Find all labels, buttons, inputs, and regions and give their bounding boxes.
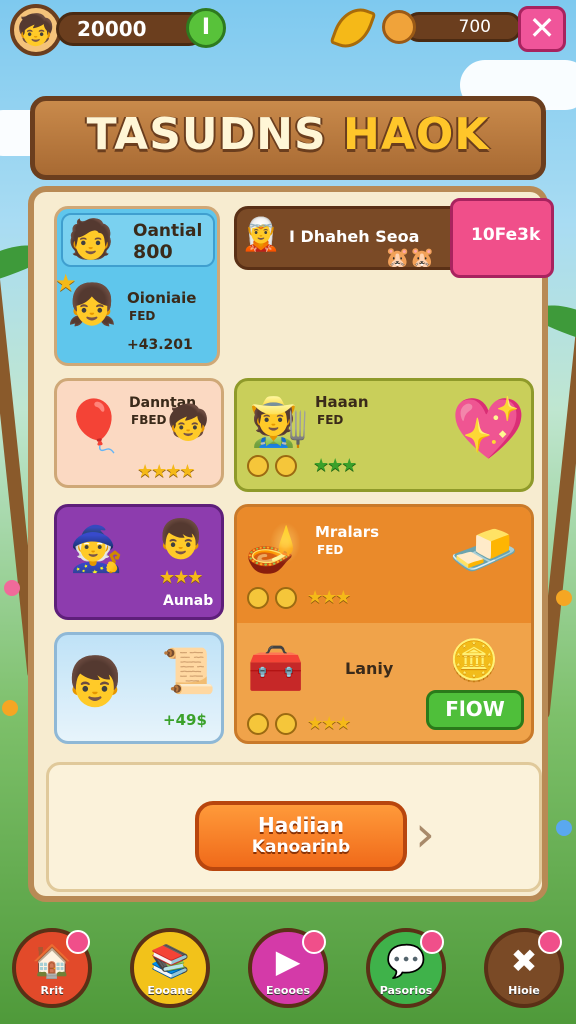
card-label: FBED (131, 413, 167, 427)
nav-label: Eeooes (265, 984, 311, 997)
wizard-icon: 🧙 (69, 524, 124, 575)
coin-icon (275, 713, 297, 735)
shop-card-oantial[interactable]: 🧑 Oantial 800 ★ 👧 Oioniaie FED +43.201 (54, 206, 220, 366)
nav-label: Pasorios (379, 984, 433, 997)
main-button-line-1: Hadiian (258, 813, 344, 837)
title-part-2: HAOK (343, 109, 490, 160)
chevron-right-icon[interactable]: › (415, 805, 435, 863)
leaf-currency-icon (329, 1, 377, 55)
scroll-icon: 📜 (161, 646, 216, 697)
flower-icon (2, 700, 18, 716)
character-icon: 👧 (67, 282, 117, 328)
character-icon: 🧑 (67, 217, 115, 261)
avatar[interactable]: 🧒 (10, 4, 62, 56)
nav-chat[interactable]: 💬 Pasorios (366, 928, 446, 1008)
balloon-icon: 🎈 (63, 397, 126, 455)
flower-icon (556, 590, 572, 606)
coin-icon (247, 713, 269, 735)
card-label: FED (317, 543, 344, 557)
deal-badge[interactable]: 10Fe3k (450, 198, 554, 278)
close-icon: ✕ (528, 9, 556, 47)
top-bar: 🧒 20000 I 700 ✕ (0, 0, 576, 60)
nav-play[interactable]: ▶ Eeooes (248, 928, 328, 1008)
title-sign: TASUDNS HAOK (30, 96, 546, 180)
rating-stars: ★★★ (313, 455, 357, 476)
nav-settings[interactable]: ✖ Hioie (484, 928, 564, 1008)
title-part-1: TASUDNS (86, 109, 327, 160)
card-value: 800 (133, 241, 173, 263)
card-label: FED (129, 309, 156, 323)
leaf-coin-icon: 🪙 (449, 638, 499, 684)
resource-count: 700 (458, 17, 491, 37)
card-title: Mralars (315, 523, 380, 541)
shop-card-aunab[interactable]: 🧙 👦 ★★★ Aunab (54, 504, 224, 620)
rating-stars: ★★★ (307, 713, 351, 734)
card-header: 🧑 Oantial 800 (61, 213, 215, 267)
nav-label: Rrit (40, 984, 64, 997)
card-price: +43.201 (127, 337, 193, 353)
nav-home[interactable]: 🏠 Rrit (12, 928, 92, 1008)
notification-badge (66, 930, 90, 954)
shop-card-sky[interactable]: 👦 📜 +49$ (54, 632, 224, 744)
card-subtitle: Oioniaie (127, 289, 197, 307)
coin-icon (275, 455, 297, 477)
nav-books[interactable]: 📚 Eooane (130, 928, 210, 1008)
nav-label: Eooane (147, 984, 193, 997)
shop-card-danntan[interactable]: 🎈 Danntan FBED 🧒 ★★★★ (54, 378, 224, 488)
flow-button[interactable]: FlOW (426, 690, 524, 730)
main-button-line-2: Kanoarinb (251, 837, 351, 857)
item-name: Laniy (345, 659, 394, 678)
card-label: FED (317, 413, 344, 427)
character-icon: 🧑‍🌾 (249, 394, 309, 450)
flower-icon (4, 580, 20, 596)
coin-icon (247, 455, 269, 477)
add-coins-button[interactable]: I (186, 8, 226, 48)
close-button[interactable]: ✕ (518, 6, 566, 52)
character-icon: 👦 (157, 517, 205, 561)
notification-badge (538, 930, 562, 954)
rating-stars: ★★★ (307, 587, 351, 608)
deal-badge-text: 10Fe3k (471, 225, 541, 245)
resource-counter: 700 (404, 12, 522, 42)
card-label: Aunab (163, 593, 214, 609)
coin-icon (247, 587, 269, 609)
notification-badge (420, 930, 444, 954)
main-action-button[interactable]: Hadiian Kanoarinb (195, 801, 407, 871)
coin-counter: 20000 (56, 12, 206, 46)
rating-stars: ★★★ (159, 567, 203, 588)
rating-stars: ★★★★ (137, 461, 196, 482)
coin-icon (275, 587, 297, 609)
card-title: Oantial (133, 221, 203, 241)
action-area: Hadiian Kanoarinb › (46, 762, 542, 892)
notification-badge (302, 930, 326, 954)
card-title: Haaan (315, 393, 369, 411)
gold-block-icon: 🧈 (449, 518, 519, 583)
character-icon: 🧒 (167, 403, 210, 443)
chest-icon: 🧰 (247, 641, 305, 695)
books-icon: 📚 (150, 942, 190, 980)
character-icon: 🐹🐹 (385, 245, 435, 269)
flower-icon (556, 820, 572, 836)
nav-label: Hioie (508, 984, 540, 997)
page-title: TASUDNS HAOK (35, 109, 541, 160)
heart-creature-icon: 💖 (451, 394, 526, 464)
lamp-icon: 🪔 (245, 521, 303, 575)
shop-card-haaan[interactable]: 🧑‍🌾 Haaan FED ★★★ 💖 (234, 378, 534, 492)
card-price: +49$ (163, 711, 207, 729)
coin-count: 20000 (77, 17, 147, 41)
card-title: I Dhaheh Seoa (289, 227, 420, 246)
character-icon: 👦 (65, 654, 125, 710)
coin-icon (382, 10, 416, 44)
shop-panel: 🧑 Oantial 800 ★ 👧 Oioniaie FED +43.201 🧝… (28, 186, 554, 902)
character-icon: 🧝 (241, 215, 281, 253)
